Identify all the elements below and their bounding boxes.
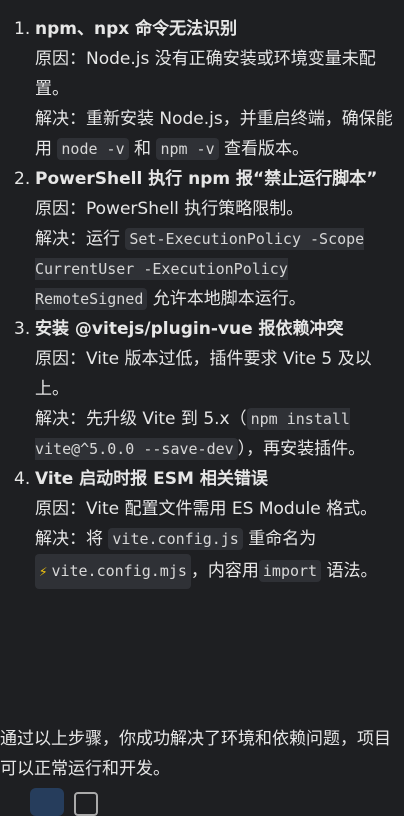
fix-text: ，内容用 <box>190 561 259 581</box>
item-cause: 原因：Vite 配置文件需用 ES Module 格式。 <box>35 499 378 519</box>
bolt-icon: ⚡ <box>39 564 48 580</box>
message-toolbar <box>30 788 98 816</box>
item-fix: 解决：运行 Set-ExecutionPolicy -Scope Current… <box>35 224 396 314</box>
fix-text: 查看版本。 <box>224 139 310 159</box>
item-fix: 解决：先升级 Vite 到 5.x（ npm install vite@^5.0.… <box>35 404 396 464</box>
fix-text: 重命名为 <box>248 529 317 549</box>
fix-text: 和 <box>134 139 152 159</box>
fix-text: 解决：运行 <box>35 229 120 249</box>
item-fix: 解决：重新安装 Node.js，并重启终端，确保能用 node -v 和 npm… <box>35 104 396 164</box>
summary-paragraph: 通过以上步骤，你成功解决了环境和依赖问题，项目可以正常运行和开发。 <box>0 729 391 779</box>
item-title: Vite 启动时报 ESM 相关错误 <box>35 469 268 489</box>
file-link[interactable]: ⚡ vite.config.mjs <box>35 554 191 589</box>
chat-message: 1. npm、npx 命令无法识别 原因：Node.js 没有正确安装或环境变量… <box>0 0 404 816</box>
item-cause: 原因：PowerShell 执行策略限制。 <box>35 199 304 219</box>
fix-text: ），再安装插件。 <box>237 439 366 459</box>
copy-icon[interactable] <box>74 792 98 816</box>
item-cause: 原因：Node.js 没有正确安装或环境变量未配置。 <box>35 49 376 99</box>
item-title: npm、npx 命令无法识别 <box>35 19 238 39</box>
list-item: 3. 安装 @vitejs/plugin-vue 报依赖冲突 原因：Vite 版… <box>0 314 404 464</box>
fix-text: 允许本地脚本运行。 <box>152 289 306 309</box>
item-number: 1. <box>14 19 31 39</box>
item-number: 4. <box>14 469 31 489</box>
action-button[interactable] <box>30 788 64 816</box>
inline-code: node -v <box>57 138 129 160</box>
item-title: 安装 @vitejs/plugin-vue 报依赖冲突 <box>35 319 344 339</box>
inline-code: vite.config.js <box>108 528 243 550</box>
item-fix: 解决：将 vite.config.js 重命名为 ⚡ vite.config.mj… <box>35 524 396 589</box>
list-item: 2. PowerShell 执行 npm 报“禁止运行脚本” 原因：PowerS… <box>0 164 404 314</box>
item-title: PowerShell 执行 npm 报“禁止运行脚本” <box>35 169 378 189</box>
item-number: 2. <box>14 169 31 189</box>
file-name: vite.config.mjs <box>51 562 187 580</box>
inline-code: npm -v <box>156 138 219 160</box>
list-item: 4. Vite 启动时报 ESM 相关错误 原因：Vite 配置文件需用 ES … <box>0 464 404 589</box>
troubleshooting-list: 1. npm、npx 命令无法识别 原因：Node.js 没有正确安装或环境变量… <box>0 14 404 589</box>
inline-code: import <box>258 560 322 582</box>
list-item: 1. npm、npx 命令无法识别 原因：Node.js 没有正确安装或环境变量… <box>0 14 404 164</box>
item-cause: 原因：Vite 版本过低，插件要求 Vite 5 及以上。 <box>35 349 372 399</box>
fix-text: 解决：将 <box>35 529 103 549</box>
item-number: 3. <box>14 319 31 339</box>
fix-text: 解决：先升级 Vite 到 5.x（ <box>35 409 247 429</box>
fix-text: 语法。 <box>326 561 378 581</box>
